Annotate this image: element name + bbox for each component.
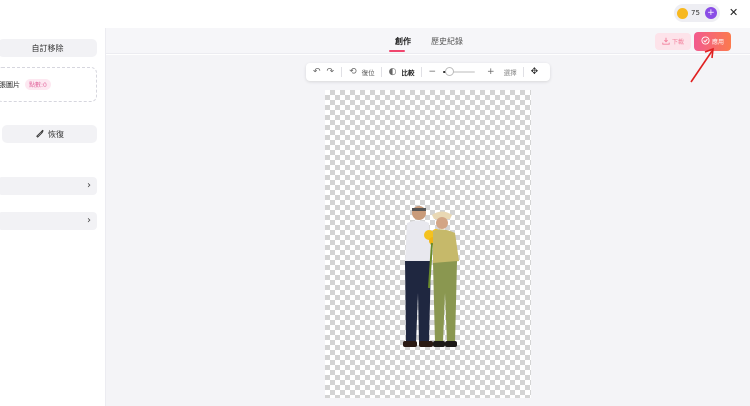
custom-remove-button[interactable]: 自訂移除: [0, 39, 97, 57]
close-icon[interactable]: ✕: [729, 6, 738, 19]
canvas-toolbar: ↶ ↷ ⟲ 復位 ◐ 比較 − + 選擇 ✥: [306, 63, 550, 81]
points-badge: 點數:0: [25, 79, 51, 90]
active-tab-indicator: [389, 50, 405, 52]
cutout-photo: [403, 206, 459, 347]
reset-icon: ⟲: [349, 67, 357, 77]
zoom-slider[interactable]: [443, 67, 476, 76]
brush-icon: [35, 129, 44, 140]
add-credits-icon[interactable]: +: [704, 7, 717, 19]
zoom-out-icon[interactable]: −: [429, 67, 437, 77]
reset-button[interactable]: 復位: [362, 67, 375, 77]
divider: [420, 67, 422, 77]
divider: [341, 67, 343, 77]
download-button[interactable]: 下載: [655, 33, 691, 50]
compare-button[interactable]: 比較: [402, 67, 415, 77]
tab-history[interactable]: 歷史紀錄: [431, 36, 463, 47]
image-upload-area[interactable]: 張圖片 點數:0: [0, 67, 97, 102]
zoom-slider-knob[interactable]: [445, 67, 455, 76]
download-label: 下載: [671, 39, 684, 46]
compare-icon: ◐: [388, 67, 397, 77]
left-panel: 自訂移除 張圖片 點數:0 恢復 › ›: [0, 28, 106, 406]
custom-remove-label: 自訂移除: [31, 43, 64, 53]
editor-topbar: 創作 歷史紀錄 下載 應用: [106, 28, 750, 54]
select-button[interactable]: 選擇: [504, 67, 517, 77]
chevron-right-icon: ›: [87, 215, 91, 226]
divider: [380, 67, 382, 77]
tab-create[interactable]: 創作: [395, 36, 411, 47]
settings-row-1[interactable]: ›: [0, 177, 97, 195]
download-icon: [662, 37, 670, 47]
coin-icon: [677, 7, 688, 19]
restore-button[interactable]: 恢復: [2, 125, 97, 143]
restore-label: 恢復: [48, 129, 64, 139]
chevron-right-icon: ›: [87, 180, 91, 191]
credits-count: 75: [691, 9, 700, 17]
settings-row-2[interactable]: ›: [0, 212, 97, 230]
zoom-in-icon[interactable]: +: [487, 67, 495, 77]
redo-icon[interactable]: ↷: [327, 67, 335, 77]
upload-text: 張圖片: [0, 80, 20, 89]
credits-badge[interactable]: 75 +: [674, 4, 720, 22]
annotation-arrow-icon: [690, 47, 714, 83]
undo-icon[interactable]: ↶: [313, 67, 321, 77]
move-icon[interactable]: ✥: [531, 67, 539, 77]
divider: [522, 67, 524, 77]
